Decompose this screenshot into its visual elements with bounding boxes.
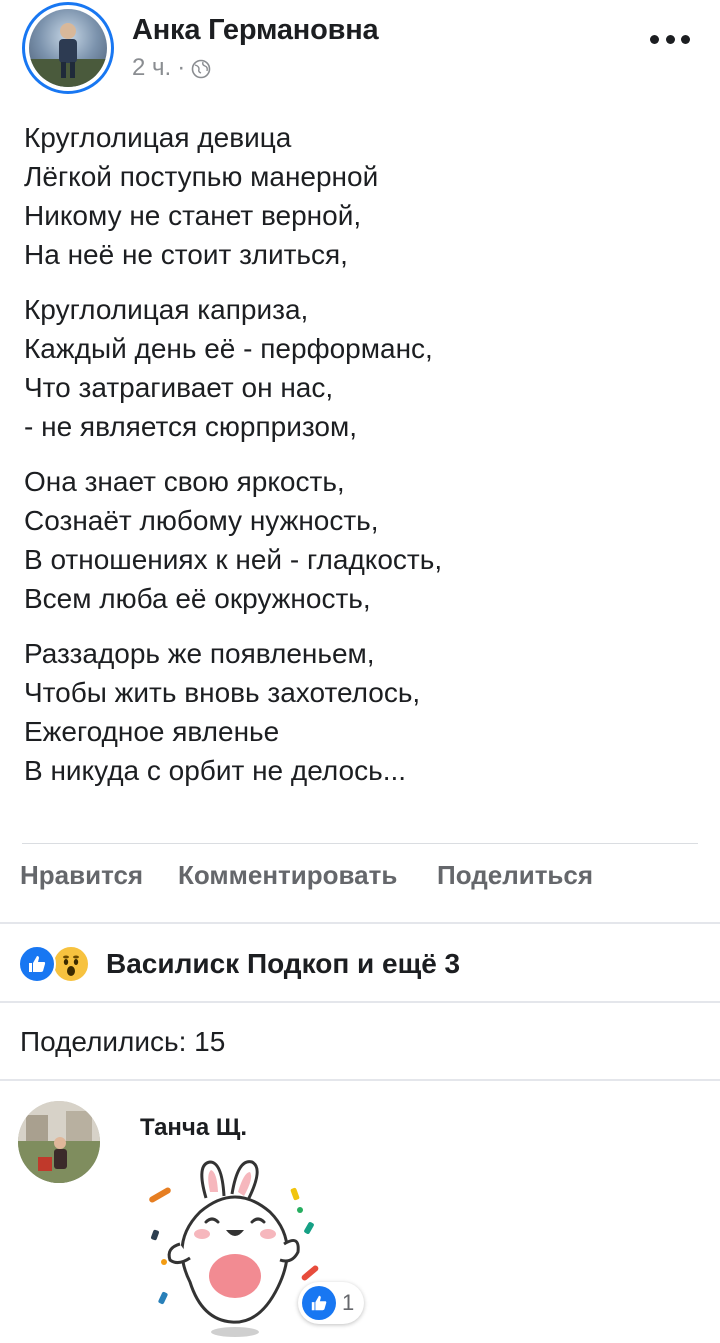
stanza: Она знает свою яркость, Сознаёт любому н… [24, 462, 704, 618]
post-time[interactable]: 2 ч. [132, 54, 171, 82]
poem-line: Всем люба её окружность, [24, 583, 371, 614]
reactions-text[interactable]: Василиск Подкоп и ещё 3 [106, 948, 460, 980]
meta-separator: · [177, 54, 186, 81]
poem-line: Ежегодное явленье [24, 716, 280, 747]
comment-reactions[interactable]: 1 [298, 1282, 365, 1324]
stanza: Раззадорь же появленьем, Чтобы жить внов… [24, 634, 704, 790]
poem-line: - не является сюрпризом, [24, 411, 357, 442]
poem-line: Каждый день её - перформанс, [24, 333, 433, 364]
author-name[interactable]: Анка Германовна [132, 14, 379, 47]
poem-line: Она знает свою яркость, [24, 466, 345, 497]
poem-line: В никуда с орбит не делось... [24, 755, 407, 786]
like-icon [18, 945, 56, 983]
stanza: Круглолицая каприза, Каждый день её - пе… [24, 290, 704, 446]
poem-line: Круглолицая девица [24, 122, 292, 153]
shares-count[interactable]: Поделились: 15 [20, 1026, 225, 1058]
poem-line: Раззадорь же появленьем, [24, 638, 375, 669]
divider [0, 1079, 720, 1081]
more-options-icon[interactable] [650, 32, 690, 46]
wow-icon [52, 945, 90, 983]
like-icon [302, 1286, 336, 1320]
reactions-summary[interactable]: Василиск Подкоп и ещё 3 [18, 944, 460, 984]
share-button[interactable]: Поделиться [437, 860, 593, 891]
stanza: Круглолицая девица Лёгкой поступью манер… [24, 118, 704, 274]
divider [0, 922, 720, 924]
author-avatar[interactable] [22, 2, 114, 94]
comment-button[interactable]: Комментировать [178, 860, 397, 891]
poem-line: На неё не стоит злиться, [24, 239, 348, 270]
poem-line: Что затрагивает он нас, [24, 372, 334, 403]
commenter-avatar[interactable] [18, 1101, 100, 1183]
poem-line: Лёгкой поступью манерной [24, 161, 379, 192]
poem-line: Никому не станет верной, [24, 200, 362, 231]
divider [22, 843, 698, 844]
like-button[interactable]: Нравится [20, 860, 143, 891]
post-meta: 2 ч. · [132, 54, 211, 82]
poem-line: Сознаёт любому нужность, [24, 505, 379, 536]
divider [0, 1001, 720, 1003]
post-text: Круглолицая девица Лёгкой поступью манер… [24, 118, 704, 806]
comment-like-count: 1 [342, 1290, 355, 1315]
commenter-name[interactable]: Танча Щ. [140, 1114, 247, 1142]
post-header: Анка Германовна 2 ч. · [0, 0, 720, 100]
poem-line: Чтобы жить вновь захотелось, [24, 677, 421, 708]
globe-icon [191, 58, 211, 79]
action-bar: Нравится Комментировать Поделиться [0, 860, 720, 904]
poem-line: В отношениях к ней - гладкость, [24, 544, 443, 575]
poem-line: Круглолицая каприза, [24, 294, 309, 325]
